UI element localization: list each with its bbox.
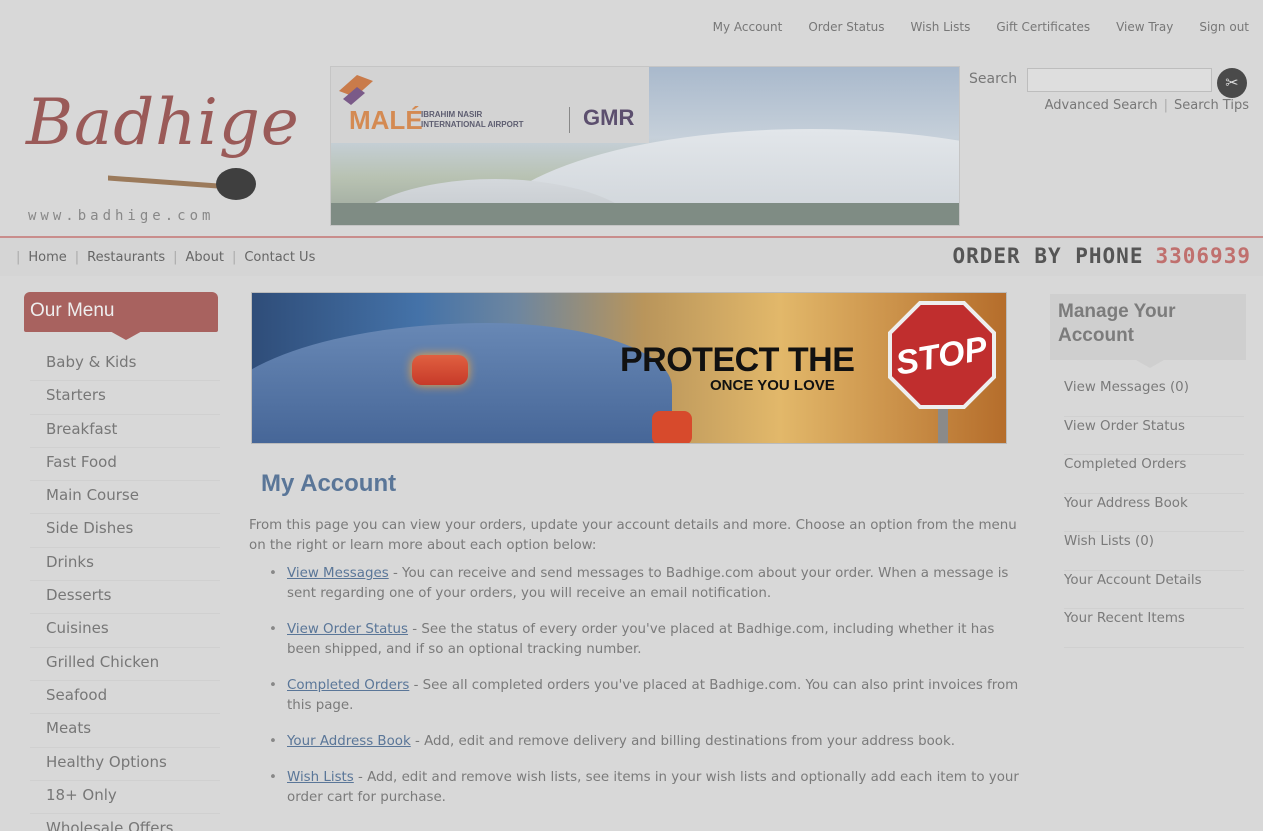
account-menu-account-details[interactable]: Your Account Details: [1064, 571, 1244, 609]
menu-item-desserts[interactable]: Desserts: [30, 581, 220, 615]
address-book-link[interactable]: Your Address Book: [287, 734, 411, 749]
page-title: My Account: [261, 470, 397, 497]
fork-knife-icon[interactable]: ✂: [1217, 68, 1247, 98]
banner-airport-text: IBRAHIM NASIR INTERNATIONAL AIRPORT: [421, 110, 524, 130]
top-link-wish-lists[interactable]: Wish Lists: [911, 20, 971, 34]
account-option-list: View Messages - You can receive and send…: [267, 564, 1024, 808]
account-menu-wish-lists[interactable]: Wish Lists (0): [1064, 532, 1244, 571]
nav-item-restaurants[interactable]: Restaurants: [87, 250, 165, 265]
our-menu-title: Our Menu: [30, 300, 115, 321]
safety-promo-banner[interactable]: PROTECT THE ONCE YOU LOVE STOP: [251, 292, 1007, 444]
search-input[interactable]: [1027, 68, 1212, 92]
logo-url: www.badhige.com: [28, 208, 215, 224]
list-item: Wish Lists - Add, edit and remove wish l…: [267, 768, 1024, 808]
account-menu-recent-items[interactable]: Your Recent Items: [1064, 609, 1244, 648]
option-description: - Add, edit and remove delivery and bill…: [410, 734, 955, 749]
menu-item-meats[interactable]: Meats: [30, 714, 220, 748]
advanced-search-link[interactable]: Advanced Search: [1045, 98, 1158, 113]
page: My Account Order Status Wish Lists Gift …: [0, 0, 1263, 831]
search-links: Advanced Search | Search Tips: [1045, 98, 1249, 113]
airport-ad-banner[interactable]: MALÉ IBRAHIM NASIR INTERNATIONAL AIRPORT…: [330, 66, 960, 226]
list-item: View Messages - You can receive and send…: [267, 564, 1024, 604]
search-label: Search: [969, 71, 1018, 87]
menu-item-seafood[interactable]: Seafood: [30, 681, 220, 715]
nav-divider: |: [173, 250, 178, 265]
menu-item-drinks[interactable]: Drinks: [30, 548, 220, 582]
our-menu-header-pointer: [108, 330, 144, 340]
menu-item-starters[interactable]: Starters: [30, 381, 220, 415]
completed-orders-link[interactable]: Completed Orders: [287, 678, 409, 693]
my-account-content: My Account From this page you can view y…: [249, 470, 1024, 824]
account-menu-address-book[interactable]: Your Address Book: [1064, 494, 1244, 532]
view-order-status-link[interactable]: View Order Status: [287, 622, 408, 637]
banner-ground: [331, 203, 959, 225]
menu-item-fast-food[interactable]: Fast Food: [30, 448, 220, 482]
search-tips-link[interactable]: Search Tips: [1174, 98, 1249, 113]
shovel-icon: [108, 168, 256, 200]
banner-separator: [569, 107, 570, 133]
top-link-sign-out[interactable]: Sign out: [1199, 20, 1249, 34]
manage-account-header-pointer: [1136, 360, 1164, 368]
option-description: - You can receive and send messages to B…: [287, 566, 1009, 601]
main-nav-bar: | Home | Restaurants | About | Contact Us ORDER…: [0, 236, 1263, 276]
logo-script-text: Badhige: [26, 86, 300, 160]
menu-item-breakfast[interactable]: Breakfast: [30, 415, 220, 448]
search-links-divider: |: [1163, 98, 1169, 113]
promo-tail-light: [412, 355, 468, 385]
account-intro-text: From this page you can view your orders,…: [249, 518, 1017, 553]
top-link-gift-certificates[interactable]: Gift Certificates: [996, 20, 1090, 34]
nav-item-contact-us[interactable]: Contact Us: [244, 250, 315, 265]
manage-account-header: Manage Your Account: [1050, 294, 1246, 368]
order-by-phone: ORDER BY PHONE 3306939: [952, 244, 1251, 268]
menu-item-side-dishes[interactable]: Side Dishes: [30, 514, 220, 548]
banner-male-text: MALÉ: [349, 105, 423, 135]
nav-item-home[interactable]: Home: [28, 250, 66, 265]
promo-headline: PROTECT THE: [620, 341, 855, 379]
order-phone-number[interactable]: 3306939: [1155, 244, 1251, 268]
menu-item-main-course[interactable]: Main Course: [30, 481, 220, 515]
account-menu-list: View Messages (0) View Order Status Comp…: [1064, 378, 1244, 648]
menu-item-grilled-chicken[interactable]: Grilled Chicken: [30, 648, 220, 681]
menu-item-baby-kids[interactable]: Baby & Kids: [30, 348, 220, 382]
banner-gmr-text: GMR: [583, 105, 635, 130]
promo-subline: ONCE YOU LOVE: [710, 377, 835, 394]
top-link-view-tray[interactable]: View Tray: [1116, 20, 1173, 34]
account-menu-completed-orders[interactable]: Completed Orders: [1064, 455, 1244, 494]
order-by-phone-label: ORDER BY PHONE: [952, 244, 1144, 268]
view-messages-link[interactable]: View Messages: [287, 566, 389, 581]
wish-lists-link[interactable]: Wish Lists: [287, 770, 354, 785]
top-link-order-status[interactable]: Order Status: [808, 20, 884, 34]
stop-sign-icon: STOP: [888, 301, 996, 409]
account-menu-view-order-status[interactable]: View Order Status: [1064, 417, 1244, 455]
list-item: View Order Status - See the status of ev…: [267, 620, 1024, 660]
nav-divider: |: [16, 250, 21, 265]
list-item: Completed Orders - See all completed ord…: [267, 676, 1024, 716]
top-links: My Account Order Status Wish Lists Gift …: [687, 20, 1249, 34]
top-link-my-account[interactable]: My Account: [713, 20, 783, 34]
banner-airport-line2: INTERNATIONAL AIRPORT: [421, 120, 524, 129]
main-nav: | Home | Restaurants | About | Contact Us: [8, 250, 315, 265]
nav-divider: |: [74, 250, 80, 265]
account-menu-view-messages[interactable]: View Messages (0): [1064, 378, 1244, 417]
menu-category-list: Baby & Kids Starters Breakfast Fast Food…: [30, 348, 220, 831]
list-item: Your Address Book - Add, edit and remove…: [267, 732, 1024, 752]
menu-item-18-only[interactable]: 18+ Only: [30, 781, 220, 815]
banner-airport-line1: IBRAHIM NASIR: [421, 110, 483, 119]
menu-item-cuisines[interactable]: Cuisines: [30, 614, 220, 648]
nav-item-about[interactable]: About: [186, 250, 224, 265]
our-menu-header: Our Menu: [24, 292, 218, 340]
menu-item-healthy-options[interactable]: Healthy Options: [30, 748, 220, 781]
nav-divider: |: [231, 250, 237, 265]
promo-tail-light: [652, 411, 692, 443]
option-description: - Add, edit and remove wish lists, see i…: [287, 770, 1019, 805]
site-logo[interactable]: Badhige www.badhige.com: [26, 86, 299, 226]
manage-account-title: Manage Your Account: [1058, 301, 1176, 346]
menu-item-wholesale-offers[interactable]: Wholesale Offers: [30, 814, 220, 831]
